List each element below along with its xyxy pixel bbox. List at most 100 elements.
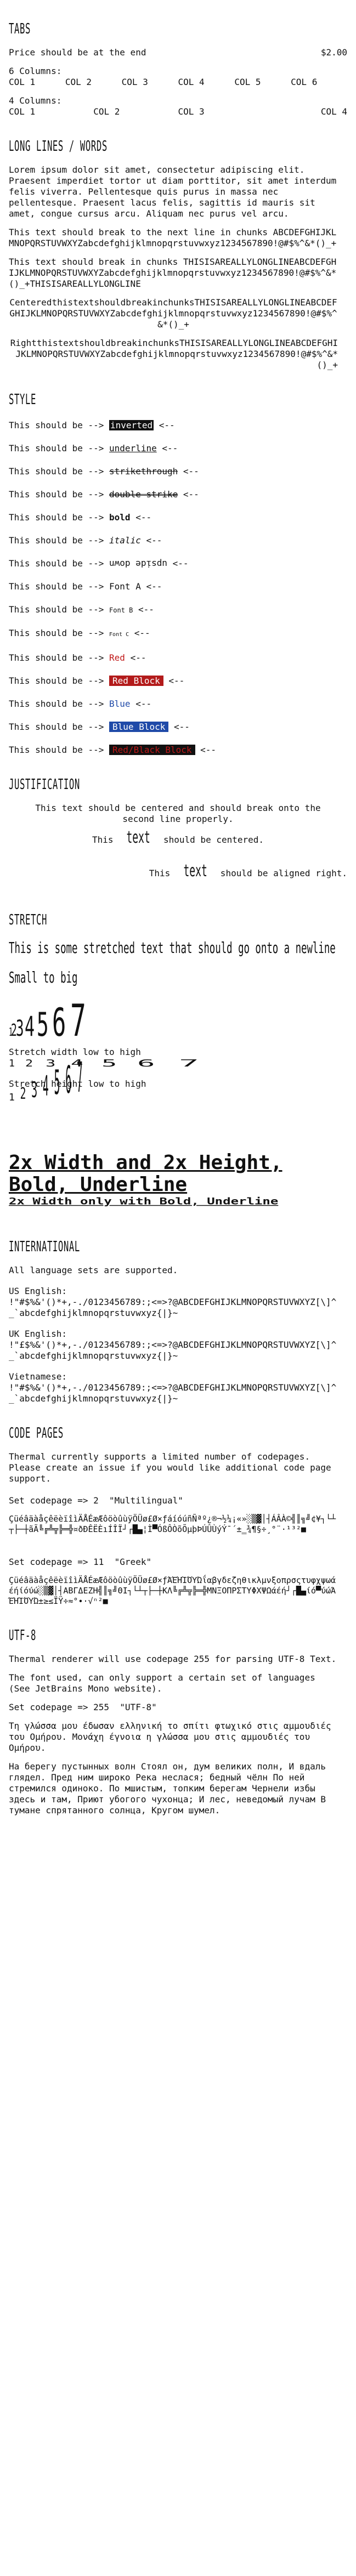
style-heading: STYLE xyxy=(9,391,36,408)
style-prefix: This should be --> xyxy=(9,420,110,430)
style-prefix: This should be --> xyxy=(9,581,110,592)
line-suffix: should be aligned right. xyxy=(215,868,347,878)
style-prefix: This should be --> xyxy=(9,722,110,732)
italic-sample: italic xyxy=(109,535,141,546)
style-suffix: <-- xyxy=(195,745,217,755)
style-row-red-block: This should be --> Red Block <-- xyxy=(9,676,347,686)
inverted-sample: inverted xyxy=(109,420,154,430)
digit: 3 xyxy=(16,1016,24,1041)
price-label: Price should be at the end xyxy=(9,47,146,58)
double-size-text: 2x Width and 2x Height, Bold, Underline xyxy=(9,1151,282,1196)
font-b-sample: Font B xyxy=(109,606,133,614)
line-suffix: should be centered. xyxy=(158,835,264,845)
stretched-text: This is some stretched text that should … xyxy=(9,939,336,957)
digit: 7 xyxy=(76,1054,83,1103)
codepage-11-label: Set codepage => 11 "Greek" xyxy=(9,1557,152,1567)
style-row-strikethrough: This should be --> strikethrough <-- xyxy=(9,466,347,477)
style-prefix: This should be --> xyxy=(9,652,110,663)
vietnamese-label: Vietnamese: xyxy=(9,1371,67,1382)
style-suffix: <-- xyxy=(140,581,162,592)
style-row-red: This should be --> Red <-- xyxy=(9,652,347,663)
tabs-heading: TABS xyxy=(9,21,31,37)
col-cell: COL 6 xyxy=(291,77,318,87)
style-row-blue-block: This should be --> Blue Block <-- xyxy=(9,722,347,733)
style-prefix: This should be --> xyxy=(9,676,110,686)
style-prefix: This should be --> xyxy=(9,699,110,709)
style-row-inverted: This should be --> inverted <-- xyxy=(9,420,347,431)
right-big-line: This text should be aligned right. xyxy=(9,851,347,891)
uk-english-label: UK English: xyxy=(9,1329,67,1339)
red-sample: Red xyxy=(109,652,125,663)
style-suffix: <-- xyxy=(130,699,152,709)
right-paragraph: RightthistextshouldbreakinchunksTHISISAR… xyxy=(10,338,338,370)
style-prefix: This should be --> xyxy=(9,443,110,453)
font-c-sample: Font C xyxy=(109,632,129,638)
codepages-intro: Thermal currently supports a limited num… xyxy=(9,1451,331,1484)
big-text-word: text xyxy=(183,861,207,881)
red-block-sample: Red Block xyxy=(109,676,163,686)
double-width-wrapper: 2x Width only with Bold, Underline xyxy=(9,1196,347,1218)
lorem-paragraph: Lorem ipsum dolor sit amet, consectetur … xyxy=(9,164,337,219)
font-a-sample: Font A xyxy=(109,581,141,592)
centered-paragraph: CenteredthistextshouldbreakinchunksTHISI… xyxy=(9,297,337,330)
code-pages-heading: CODE PAGES xyxy=(9,1425,64,1442)
col-cell: COL 4 xyxy=(320,106,347,117)
digit: 5 xyxy=(36,1006,49,1044)
style-suffix: <-- xyxy=(156,443,178,453)
digit: 6 xyxy=(52,1000,66,1045)
six-columns-row: COL 1 COL 2 COL 3 COL 4 COL 5 COL 6 xyxy=(9,77,347,88)
digit: 3 xyxy=(31,1077,38,1103)
strikethrough-sample: strikethrough xyxy=(109,466,178,476)
justification-heading: JUSTIFICATION xyxy=(9,776,80,793)
stretch-width-label: Stretch width low to high xyxy=(9,1047,141,1057)
supported-text: All language sets are supported. xyxy=(9,1265,178,1275)
underline-sample: underline xyxy=(109,443,157,453)
vietnamese-charset: !"#$%&'()*+,-./0123456789:;<=>?@ABCDEFGH… xyxy=(9,1382,337,1404)
style-row-upside-down: This should be --> upside down <-- xyxy=(9,558,347,569)
stretch-height-digits: 1 2 3 4 5 6 7 xyxy=(9,1055,347,1136)
digit: 6 xyxy=(65,1059,72,1103)
small-to-big-digits: 1 2 3 4 5 6 7 xyxy=(9,995,347,1046)
style-row-bold: This should be --> bold <-- xyxy=(9,512,347,523)
international-heading: INTERNATIONAL xyxy=(9,1239,80,1255)
big-text-word: text xyxy=(126,828,150,847)
style-suffix: <-- xyxy=(178,489,199,500)
utf8-intro: Thermal renderer will use codepage 255 f… xyxy=(9,1654,337,1664)
style-row-font-a: This should be --> Font A <-- xyxy=(9,581,347,592)
style-prefix: This should be --> xyxy=(9,628,110,638)
digit: 4 xyxy=(42,1071,49,1103)
col-cell: COL 1 xyxy=(9,106,36,117)
red-black-block-sample: Red/Black Block xyxy=(109,745,195,755)
double-strike-sample: double strike xyxy=(109,489,178,500)
digit: 2 xyxy=(20,1085,26,1103)
style-suffix: <-- xyxy=(125,652,146,663)
style-row-red-black-block: This should be --> Red/Black Block <-- xyxy=(9,745,347,756)
style-prefix: This should be --> xyxy=(9,604,110,615)
style-row-font-b: This should be --> Font B <-- xyxy=(9,604,347,616)
style-prefix: This should be --> xyxy=(9,489,110,500)
col-cell: COL 3 xyxy=(178,106,205,117)
blue-sample: Blue xyxy=(109,699,131,709)
style-suffix: <-- xyxy=(167,558,189,569)
style-prefix: This should be --> xyxy=(9,535,110,546)
six-columns-label: 6 Columns: xyxy=(9,66,62,76)
us-english-label: US English: xyxy=(9,1286,67,1296)
small-to-big-label: Small to big xyxy=(9,968,78,986)
greek-sample: Τη γλώσσα μου έδωσαν ελληνική το σπίτι φ… xyxy=(9,1721,331,1753)
four-columns-row: COL 1 COL 2 COL 3 COL 4 xyxy=(9,106,347,117)
col-cell: COL 2 xyxy=(93,106,120,117)
centered-big-line: This text should be centered. xyxy=(9,828,347,847)
style-prefix: This should be --> xyxy=(9,512,110,523)
price-value: $2.00 xyxy=(320,47,347,58)
digit: 4 xyxy=(25,1011,35,1042)
long-lines-heading: LONG LINES / WORDS xyxy=(9,138,108,155)
style-prefix: This should be --> xyxy=(9,745,110,755)
style-suffix: <-- xyxy=(163,676,185,686)
style-suffix: <-- xyxy=(129,628,150,638)
col-cell: COL 4 xyxy=(178,77,205,87)
style-row-blue: This should be --> Blue <-- xyxy=(9,699,347,710)
double-width-text: 2x Width only with Bold, Underline xyxy=(9,1196,279,1207)
style-row-underline: This should be --> underline <-- xyxy=(9,443,347,454)
style-suffix: <-- xyxy=(140,535,162,546)
four-columns-label: 4 Columns: xyxy=(9,95,62,106)
